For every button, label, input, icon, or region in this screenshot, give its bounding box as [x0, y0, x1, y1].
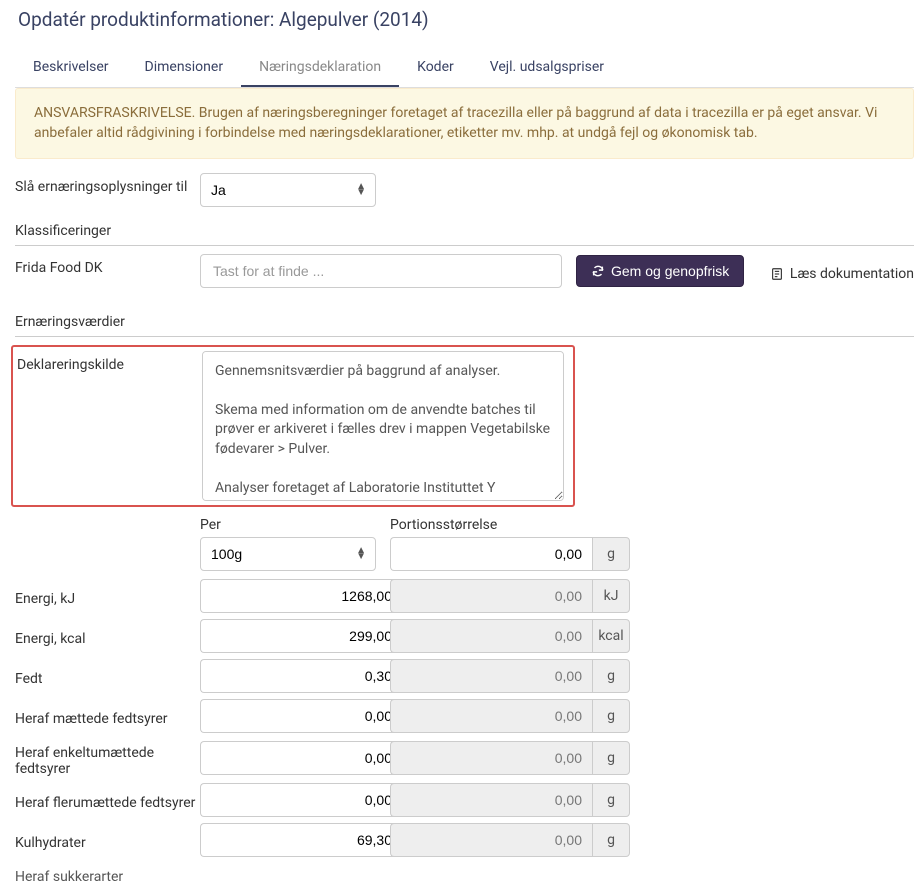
disclaimer-banner: ANSVARSFRASKRIVELSE. Brugen af næringsbe… [15, 88, 914, 159]
nutri-portion-input [390, 699, 592, 733]
enable-select[interactable]: Ja [200, 173, 376, 207]
nutri-per100-input[interactable] [200, 699, 402, 733]
read-docs-link[interactable]: Læs dokumentation [770, 259, 914, 282]
nutri-unit: g [592, 783, 630, 817]
nutri-unit: kJ [592, 579, 630, 613]
nutri-portion-input [390, 659, 592, 693]
nutrition-row: Fedt g g [15, 659, 914, 693]
nutrition-row: Heraf flerumættede fedtsyrer g g [15, 783, 914, 817]
tab-prices[interactable]: Vejl. udsalgspriser [472, 49, 622, 87]
nutri-label: Energi, kJ [15, 585, 200, 607]
document-icon [770, 267, 784, 281]
nutri-unit: g [592, 823, 630, 857]
nutri-unit: g [592, 659, 630, 693]
nutrition-row: Heraf mættede fedtsyrer g g [15, 699, 914, 733]
nutri-unit: g [592, 699, 630, 733]
read-docs-label: Læs dokumentation [790, 266, 914, 282]
nutri-per100-input[interactable] [200, 783, 402, 817]
nutri-per100-input[interactable] [200, 619, 402, 653]
nutri-per100-input[interactable] [200, 659, 402, 693]
nutri-per100-input[interactable] [200, 741, 402, 775]
tab-nutrition[interactable]: Næringsdeklaration [241, 49, 399, 87]
nutrition-values-header: Ernæringsværdier [15, 306, 914, 337]
save-refresh-label: Gem og genopfrisk [611, 263, 729, 279]
nutri-label: Energi, kcal [15, 625, 200, 647]
frida-search-input[interactable] [200, 254, 562, 288]
refresh-icon [591, 264, 605, 278]
declaration-source-label: Deklareringskilde [13, 351, 202, 373]
nutri-label: Kulhydrater [15, 829, 200, 851]
declaration-source-textarea[interactable] [202, 351, 564, 501]
nutri-portion-input [390, 823, 592, 857]
nutrition-row: Energi, kcal kcal kcal [15, 619, 914, 653]
nutri-label: Heraf sukkerarter [15, 863, 200, 885]
classifications-header: Klassificeringer [15, 215, 914, 246]
nutri-portion-input [390, 783, 592, 817]
nutri-label: Heraf mættede fedtsyrer [15, 705, 200, 727]
nutri-portion-input [390, 741, 592, 775]
nutri-unit: g [592, 741, 630, 775]
per-label: Per [200, 517, 376, 533]
nutrition-row: Energi, kJ kJ kJ [15, 579, 914, 613]
enable-label: Slå ernæringsoplysninger til [15, 173, 200, 195]
frida-label: Frida Food DK [15, 254, 200, 276]
nutri-unit: kcal [592, 619, 630, 653]
nutri-label: Heraf flerumættede fedtsyrer [15, 789, 200, 811]
portion-size-label: Portionsstørrelse [390, 517, 566, 533]
nutri-label: Heraf enkeltumættede fedtsyrer [15, 739, 200, 777]
save-refresh-button[interactable]: Gem og genopfrisk [576, 255, 744, 287]
nutri-portion-input [390, 619, 592, 653]
nutri-portion-input [390, 579, 592, 613]
tab-dimensions[interactable]: Dimensioner [127, 49, 242, 87]
nutri-label: Fedt [15, 665, 200, 687]
nutrition-row: Heraf enkeltumættede fedtsyrer g g [15, 739, 914, 777]
portion-size-input[interactable] [390, 537, 592, 571]
tab-codes[interactable]: Koder [399, 49, 472, 87]
nutri-per100-input[interactable] [200, 823, 402, 857]
tab-descriptions[interactable]: Beskrivelser [15, 49, 127, 87]
page-title: Opdatér produktinformationer: Algepulver… [0, 0, 914, 49]
tab-bar: Beskrivelser Dimensioner Næringsdeklarat… [15, 49, 914, 88]
portion-size-unit: g [592, 537, 630, 571]
nutri-per100-input[interactable] [200, 579, 402, 613]
nutrition-row: Kulhydrater g g [15, 823, 914, 857]
per-select[interactable]: 100g [200, 537, 376, 571]
